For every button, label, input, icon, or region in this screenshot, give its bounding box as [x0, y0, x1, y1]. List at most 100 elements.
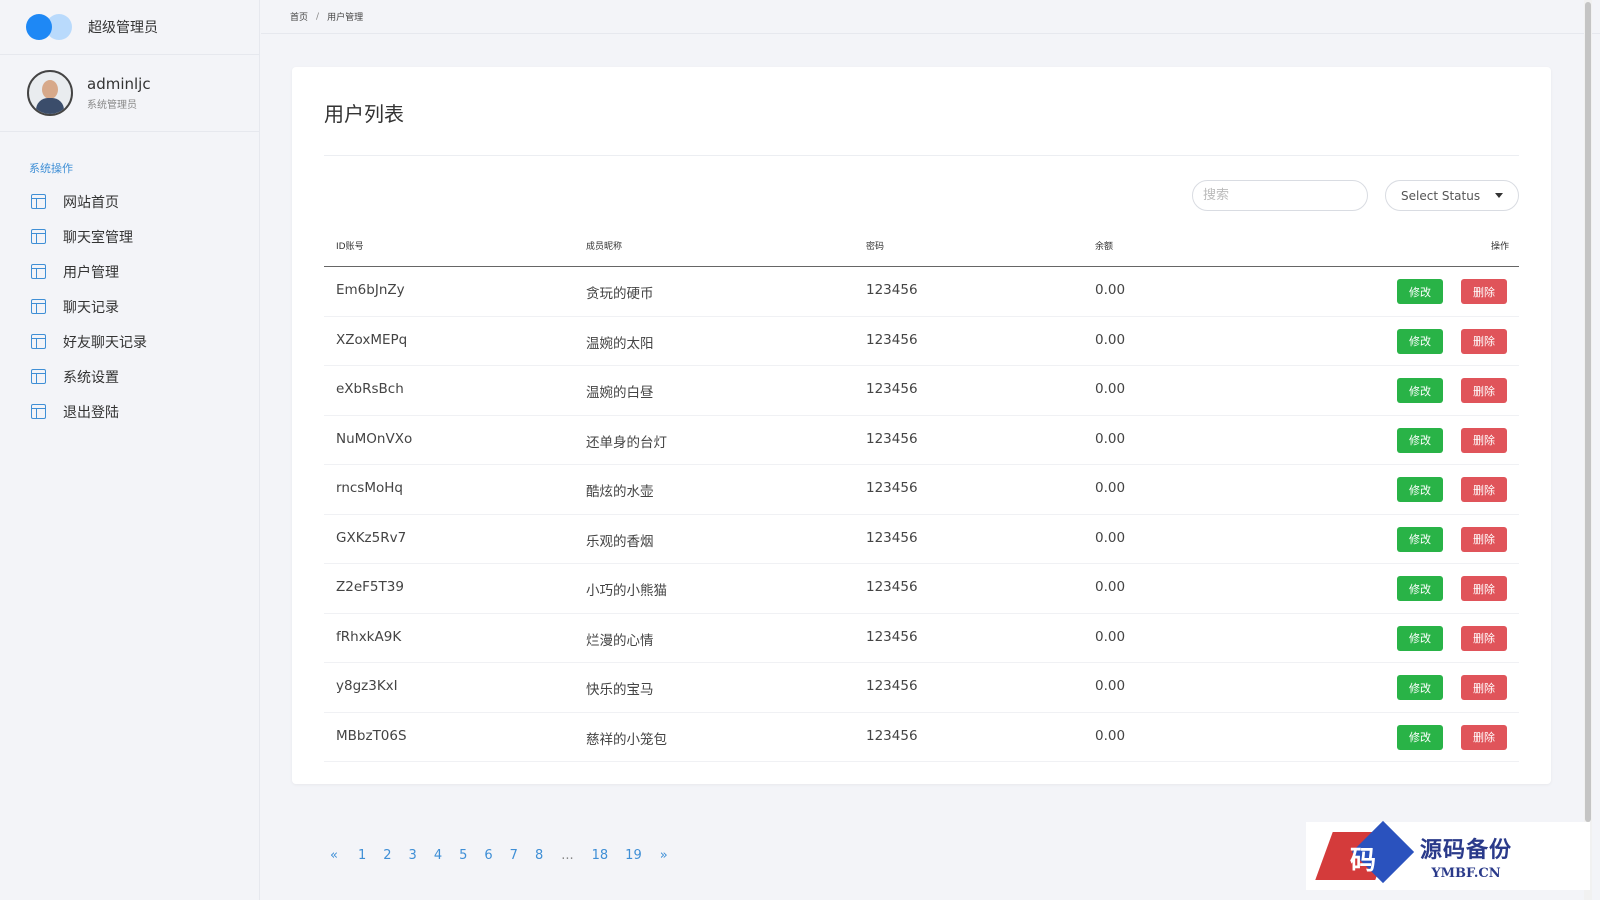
edit-button[interactable]: 修改	[1397, 427, 1443, 453]
table-row: Em6bJnZy 贪玩的硬币 123456 0.00 修改 删除	[324, 267, 1519, 317]
sidebar: 超级管理员 adminljc 系统管理员 系统操作 网站首页聊天室管理用户管理聊…	[0, 0, 260, 900]
pagination-page[interactable]: 2	[383, 848, 391, 863]
sidebar-item[interactable]: 用户管理	[0, 254, 259, 289]
edit-button[interactable]: 修改	[1397, 724, 1443, 750]
cell-balance: 0.00	[1095, 430, 1126, 447]
delete-button[interactable]: 删除	[1461, 625, 1507, 651]
watermark: 码 源码备份 YMBF.CN	[1306, 820, 1590, 890]
edit-button[interactable]: 修改	[1397, 675, 1443, 700]
avatar	[27, 70, 73, 116]
pagination-page[interactable]: 18	[592, 848, 609, 863]
breadcrumb-current: 用户管理	[327, 13, 364, 23]
cell-id: XZoxMEPq	[336, 331, 408, 348]
cell-nickname: 温婉的白昼	[586, 385, 654, 401]
scrollbar-thumb[interactable]	[1585, 2, 1591, 822]
breadcrumb: 首页 / 用户管理	[261, 0, 1600, 34]
delete-button[interactable]: 删除	[1461, 576, 1507, 601]
sidebar-item[interactable]: 系统设置	[0, 359, 259, 394]
user-profile: adminljc 系统管理员	[0, 55, 259, 132]
pagination-ellipsis: ...	[561, 848, 574, 863]
cell-balance: 0.00	[1095, 628, 1126, 645]
status-select-value: Select Status	[1401, 188, 1481, 203]
edit-button[interactable]: 修改	[1397, 378, 1443, 403]
header-password: 密码	[866, 242, 885, 252]
user-name: adminljc	[87, 75, 151, 93]
pagination-page[interactable]: 7	[510, 848, 518, 863]
layout-icon	[31, 229, 46, 244]
pagination-page[interactable]: 6	[484, 848, 492, 863]
status-select[interactable]: Select Status	[1385, 180, 1519, 211]
cell-id: rncsMoHq	[336, 480, 403, 496]
table-header: ID账号 成员昵称 密码 余额 操作	[324, 227, 1519, 267]
pagination-page[interactable]: 1	[358, 848, 366, 863]
cell-password: 123456	[866, 381, 918, 397]
pagination: « 1 2 3 4 5 6 7 8... 18 19 »	[330, 848, 668, 863]
layout-icon	[31, 369, 46, 384]
layout-icon	[31, 299, 46, 314]
cell-password: 123456	[866, 529, 918, 546]
divider	[324, 155, 1519, 156]
layout-icon	[31, 404, 46, 419]
sidebar-item[interactable]: 好友聊天记录	[0, 324, 259, 359]
table-row: rncsMoHq 酷炫的水壶 123456 0.00 修改 删除	[324, 465, 1519, 515]
delete-button[interactable]: 删除	[1461, 378, 1507, 403]
cell-balance: 0.00	[1095, 331, 1126, 348]
cell-password: 123456	[866, 579, 918, 595]
sidebar-item-label: 好友聊天记录	[63, 334, 147, 351]
pagination-page[interactable]: 5	[459, 848, 467, 863]
header-nickname: 成员昵称	[586, 242, 623, 252]
cell-nickname: 小巧的小熊猫	[586, 583, 667, 599]
delete-button[interactable]: 删除	[1461, 328, 1507, 354]
cell-balance: 0.00	[1095, 529, 1126, 546]
user-list-card: 用户列表 Select Status ID账号 成员昵称 密码 余额 操作 Em…	[292, 67, 1551, 784]
cell-password: 123456	[866, 430, 918, 447]
delete-button[interactable]: 删除	[1461, 724, 1507, 750]
sidebar-item[interactable]: 聊天室管理	[0, 219, 259, 254]
table-row: XZoxMEPq 温婉的太阳 123456 0.00 修改 删除	[324, 317, 1519, 366]
brand-title: 超级管理员	[88, 20, 158, 36]
cell-nickname: 酷炫的水壶	[586, 484, 654, 500]
table-row: GXKz5Rv7 乐观的香烟 123456 0.00 修改 删除	[324, 515, 1519, 564]
nav-section-title: 系统操作	[29, 162, 73, 175]
cell-password: 123456	[866, 678, 918, 694]
cell-id: eXbRsBch	[336, 381, 404, 397]
edit-button[interactable]: 修改	[1397, 625, 1443, 651]
pagination-page[interactable]: 4	[434, 848, 442, 863]
user-role: 系统管理员	[87, 100, 137, 111]
edit-button[interactable]: 修改	[1397, 526, 1443, 552]
sidebar-item[interactable]: 聊天记录	[0, 289, 259, 324]
table-row: NuMOnVXo 还单身的台灯 123456 0.00 修改 删除	[324, 416, 1519, 465]
cell-password: 123456	[866, 480, 918, 496]
edit-button[interactable]: 修改	[1397, 328, 1443, 354]
edit-button[interactable]: 修改	[1397, 576, 1443, 601]
sidebar-item[interactable]: 退出登陆	[0, 394, 259, 429]
delete-button[interactable]: 删除	[1461, 675, 1507, 700]
cell-nickname: 还单身的台灯	[586, 434, 667, 451]
edit-button[interactable]: 修改	[1397, 279, 1443, 304]
caret-down-icon	[1495, 193, 1503, 198]
cell-id: GXKz5Rv7	[336, 529, 407, 546]
sidebar-item[interactable]: 网站首页	[0, 184, 259, 219]
delete-button[interactable]: 删除	[1461, 279, 1507, 304]
delete-button[interactable]: 删除	[1461, 477, 1507, 502]
scrollbar[interactable]	[1584, 0, 1592, 900]
pagination-next[interactable]: »	[660, 848, 668, 863]
pagination-page[interactable]: 3	[409, 848, 417, 863]
pagination-prev[interactable]: «	[330, 848, 338, 863]
delete-button[interactable]: 删除	[1461, 427, 1507, 453]
pagination-pages: 1 2 3 4 5 6 7 8... 18 19	[358, 848, 642, 863]
pagination-page[interactable]: 19	[625, 848, 642, 863]
cell-nickname: 温婉的太阳	[586, 335, 654, 352]
cell-nickname: 慈祥的小笼包	[586, 731, 667, 748]
sidebar-item-label: 用户管理	[63, 264, 119, 281]
breadcrumb-home[interactable]: 首页	[290, 10, 308, 23]
pagination-page[interactable]: 8	[535, 848, 543, 863]
search-input[interactable]	[1192, 180, 1368, 211]
table-row: y8gz3KxI 快乐的宝马 123456 0.00 修改 删除	[324, 663, 1519, 713]
sidebar-item-label: 网站首页	[63, 194, 119, 211]
edit-button[interactable]: 修改	[1397, 477, 1443, 502]
sidebar-item-label: 退出登陆	[63, 404, 119, 421]
header-id: ID账号	[336, 242, 364, 252]
layout-icon	[31, 334, 46, 349]
delete-button[interactable]: 删除	[1461, 526, 1507, 552]
